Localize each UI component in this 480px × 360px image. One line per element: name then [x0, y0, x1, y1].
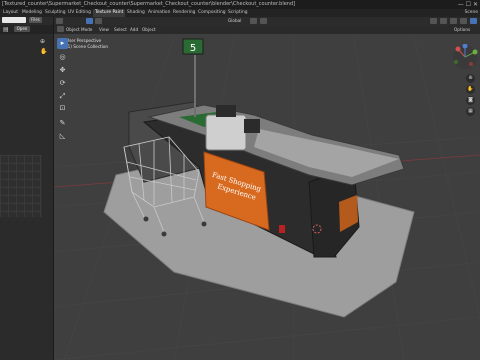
cart-wheel — [201, 221, 207, 227]
gizmo-icon[interactable] — [440, 18, 447, 24]
tab-modeling[interactable]: Modeling — [22, 9, 42, 17]
snap-icon[interactable] — [250, 18, 257, 24]
menu-select[interactable]: Select — [114, 25, 127, 34]
tab-texture-paint[interactable]: Texture Paint — [93, 9, 126, 17]
register-console — [205, 114, 247, 151]
cursor-select-icon[interactable]: ▸ — [57, 38, 68, 49]
transform-icon[interactable]: ⊡ — [57, 103, 68, 114]
tab-shading[interactable]: Shading — [127, 9, 145, 17]
menu-view[interactable]: View — [99, 25, 109, 34]
navigation-gizmo[interactable] — [452, 44, 478, 70]
viewport-header: Global — [54, 17, 480, 25]
camera-icon[interactable]: ◙ — [466, 96, 475, 105]
menu-add[interactable]: Add — [130, 25, 138, 34]
tab-rendering[interactable]: Rendering — [173, 9, 195, 17]
files-button[interactable]: Files — [29, 17, 42, 23]
hand-pan-icon[interactable]: ✋ — [40, 48, 47, 55]
move-icon[interactable]: ✥ — [57, 65, 68, 76]
cart-wheel — [161, 231, 167, 237]
options-menu[interactable]: Options — [454, 25, 470, 34]
cart-wheel — [143, 216, 149, 222]
title-bar: [Textured_counter\Supermarket_Checkout_c… — [0, 0, 480, 9]
file-path-input[interactable] — [2, 17, 26, 23]
grid-icon[interactable]: ▦ — [466, 107, 475, 116]
xray-icon[interactable] — [460, 18, 467, 24]
scale-icon[interactable]: ⤢ — [57, 91, 68, 102]
window-title: [Textured_counter\Supermarket_Checkout_c… — [2, 1, 296, 7]
register-screen — [216, 105, 236, 117]
select-extend-icon[interactable] — [95, 18, 102, 24]
shading-solid-icon[interactable] — [470, 18, 477, 24]
tab-sculpting[interactable]: Sculpting — [45, 9, 66, 17]
tab-layout[interactable]: Layout — [3, 9, 18, 17]
menu-object[interactable]: Object — [142, 25, 156, 34]
zoom-icon[interactable]: ⊕ — [40, 38, 45, 45]
tab-uv-editing[interactable]: UV Editing — [68, 9, 91, 17]
select-box-icon[interactable] — [86, 18, 93, 24]
view-perspective-label: User Perspective — [66, 38, 102, 43]
rotate-icon[interactable]: ⟳ — [57, 78, 68, 89]
viewport-menu-bar: Object Mode View Select Add Object Optio… — [54, 25, 480, 34]
measure-icon[interactable]: ◺ — [57, 131, 68, 142]
annotate-icon[interactable]: ✎ — [57, 118, 68, 129]
overlay-icon[interactable] — [450, 18, 457, 24]
proportional-edit-icon[interactable] — [260, 18, 267, 24]
window-controls[interactable]: — ☐ ✕ — [458, 0, 478, 9]
visibility-icon[interactable] — [430, 18, 437, 24]
scene-render: 5 Fast Shopping Experience — [54, 36, 480, 360]
lane-number: 5 — [190, 43, 196, 54]
tab-animation[interactable]: Animation — [148, 9, 170, 17]
folder-icon[interactable]: ▤ — [3, 26, 9, 33]
cursor-3d-icon[interactable]: ◎ — [57, 52, 68, 63]
image-preview-grid — [0, 155, 42, 217]
mode-selector[interactable]: Object Mode — [66, 25, 92, 34]
hand-pan-icon[interactable]: ✋ — [466, 85, 475, 94]
mode-icon[interactable] — [57, 26, 64, 32]
view-collection-label: (1) Scene Collection — [66, 44, 109, 49]
transform-orientation[interactable]: Global — [228, 16, 241, 25]
3d-viewport[interactable]: 5 Fast Shopping Experience — [54, 17, 480, 360]
open-button[interactable]: Open — [14, 26, 30, 32]
counter-badge — [279, 225, 285, 233]
tab-compositing[interactable]: Compositing — [198, 9, 226, 17]
card-terminal — [244, 119, 260, 133]
scene-selector[interactable]: Scene — [465, 9, 478, 17]
editor-type-icon[interactable] — [56, 18, 63, 24]
zoom-icon[interactable]: ⊕ — [466, 74, 475, 83]
